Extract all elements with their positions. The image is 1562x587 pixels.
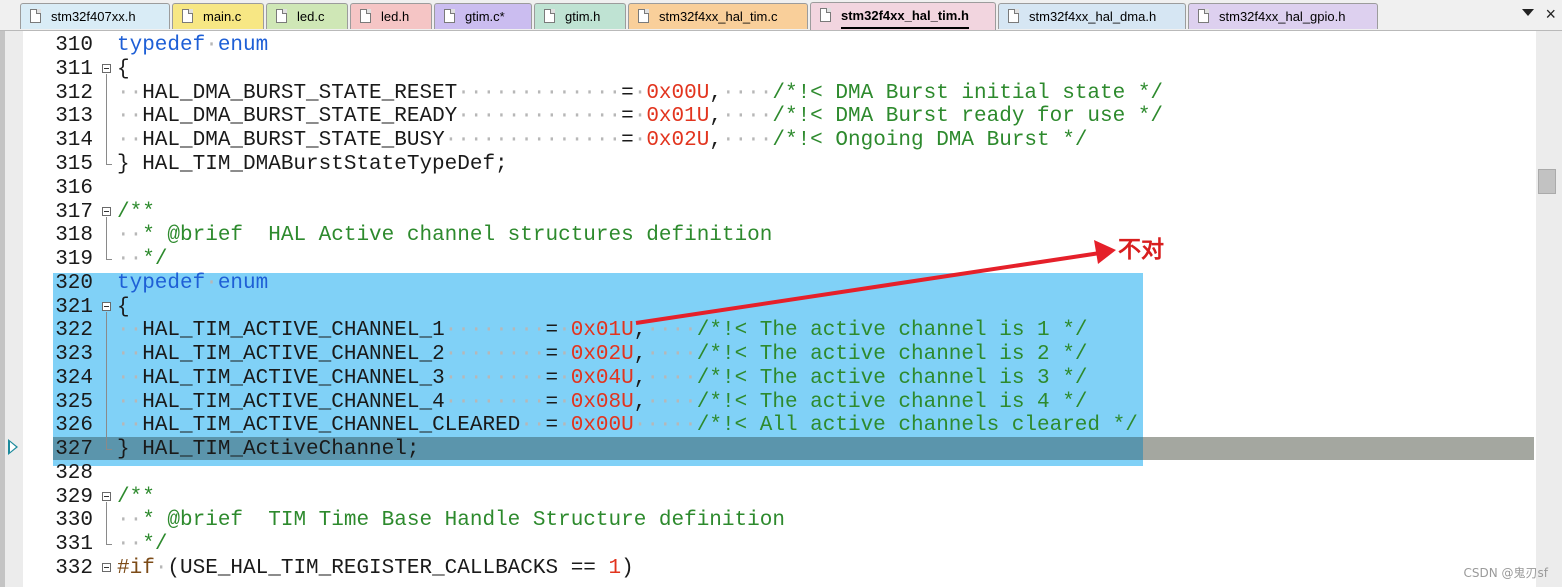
arrow-head bbox=[1094, 240, 1116, 264]
annotation-label: 不对 bbox=[1118, 237, 1164, 263]
arrow-shaft bbox=[635, 251, 1101, 325]
watermark: CSDN @鬼刃sf bbox=[1463, 566, 1548, 580]
annotation-arrow bbox=[635, 240, 1116, 325]
